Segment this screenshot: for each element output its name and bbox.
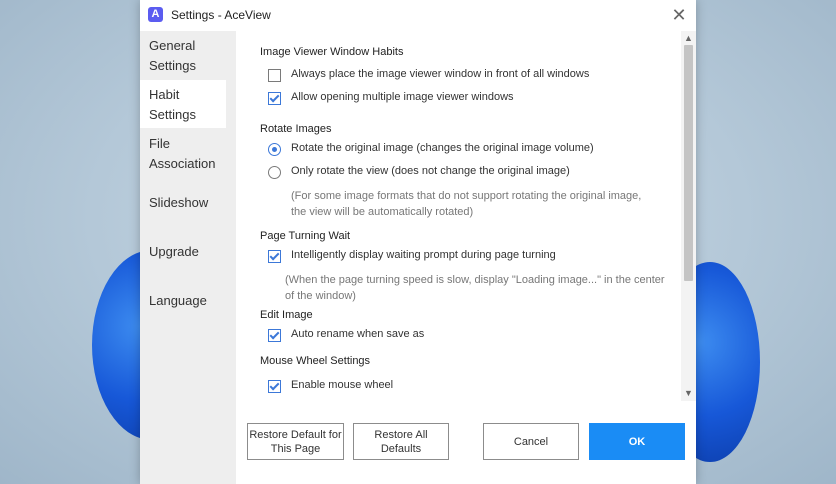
page-turning-note: (When the page turning speed is slow, di…: [285, 272, 665, 304]
enable-wheel-checkbox[interactable]: [268, 380, 281, 393]
rotate-view-label: Only rotate the view (does not change th…: [291, 165, 570, 177]
sidebar-item-label: File Association: [149, 136, 216, 171]
sidebar-item-habit-settings[interactable]: Habit Settings: [140, 80, 226, 128]
title-bar: A Settings - AceView ✕: [140, 0, 696, 31]
settings-dialog: A Settings - AceView ✕ General Settings …: [140, 0, 696, 484]
sidebar-item-general-settings[interactable]: General Settings: [140, 31, 226, 79]
auto-rename-checkbox[interactable]: [268, 329, 281, 342]
multiple-windows-checkbox[interactable]: [268, 92, 281, 105]
aceview-logo-icon: A: [148, 7, 163, 22]
scrollbar-thumb[interactable]: [684, 45, 693, 281]
settings-sidebar: General Settings Habit Settings File Ass…: [140, 31, 236, 484]
sidebar-item-label: Habit Settings: [149, 87, 196, 122]
scroll-up-icon[interactable]: ▲: [681, 31, 696, 46]
always-front-label: Always place the image viewer window in …: [291, 68, 590, 80]
sidebar-item-file-association[interactable]: File Association: [140, 129, 226, 177]
ok-button[interactable]: OK: [589, 423, 685, 460]
scroll-down-icon[interactable]: ▼: [681, 386, 696, 401]
settings-content: Image Viewer Window Habits Always place …: [236, 31, 681, 401]
rotate-note-line: (For some image formats that do not supp…: [291, 190, 642, 202]
rotate-view-radio[interactable]: [268, 166, 281, 179]
cancel-button[interactable]: Cancel: [483, 423, 579, 460]
rotate-note-line: the view will be automatically rotated): [291, 206, 474, 218]
section-title-mouse-wheel: Mouse Wheel Settings: [260, 355, 371, 367]
page-turning-note-line: (When the page turning speed is slow, di…: [285, 274, 665, 286]
restore-default-page-button[interactable]: Restore Default for This Page: [247, 423, 344, 460]
rotate-original-label: Rotate the original image (changes the o…: [291, 142, 594, 154]
sidebar-item-label: Language: [149, 293, 207, 308]
section-title-rotate: Rotate Images: [260, 123, 332, 135]
section-title-edit-image: Edit Image: [260, 309, 313, 321]
restore-all-defaults-button[interactable]: Restore All Defaults: [353, 423, 449, 460]
section-title-page-turning: Page Turning Wait: [260, 230, 351, 242]
page-turning-note-line: of the window): [285, 290, 356, 302]
auto-rename-label: Auto rename when save as: [291, 328, 425, 340]
rotate-original-radio[interactable]: [268, 143, 281, 156]
sidebar-item-language[interactable]: Language: [140, 286, 236, 334]
multiple-windows-label: Allow opening multiple image viewer wind…: [291, 91, 514, 103]
rotate-note: (For some image formats that do not supp…: [291, 188, 641, 220]
window-title: Settings - AceView: [171, 8, 271, 22]
sidebar-item-slideshow[interactable]: Slideshow: [140, 188, 236, 236]
sidebar-item-label: General Settings: [149, 38, 196, 73]
sidebar-item-label: Upgrade: [149, 244, 199, 259]
sidebar-item-upgrade[interactable]: Upgrade: [140, 237, 236, 285]
enable-wheel-label: Enable mouse wheel: [291, 379, 394, 391]
always-front-checkbox[interactable]: [268, 69, 281, 82]
section-title-viewer-window: Image Viewer Window Habits: [260, 46, 404, 58]
smart-prompt-checkbox[interactable]: [268, 250, 281, 263]
smart-prompt-label: Intelligently display waiting prompt dur…: [291, 249, 556, 261]
content-scrollbar[interactable]: ▲ ▼: [681, 31, 696, 401]
close-icon[interactable]: ✕: [662, 0, 696, 31]
sidebar-item-label: Slideshow: [149, 195, 209, 210]
